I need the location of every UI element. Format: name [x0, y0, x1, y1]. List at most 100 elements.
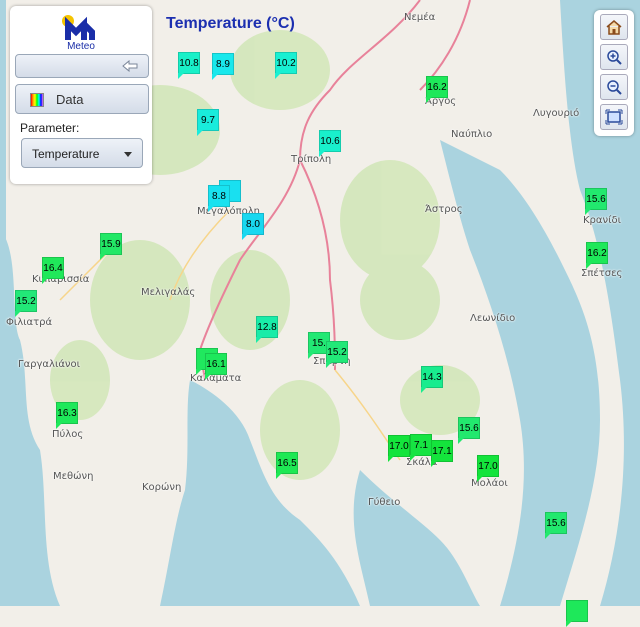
station-value: 17.0 [478, 460, 498, 472]
station-marker[interactable]: 16.3 [56, 402, 78, 429]
home-button[interactable] [600, 14, 628, 40]
station-marker[interactable]: 10.2 [275, 52, 297, 79]
marker-pointer-icon [196, 369, 202, 375]
zoom-out-icon [607, 80, 622, 95]
marker-pointer-icon [477, 476, 483, 482]
marker-pointer-icon [426, 97, 432, 103]
control-panel: Meteo Data Parameter: Temperature [10, 6, 152, 184]
place-label: Ναύπλιο [451, 129, 493, 140]
station-marker[interactable]: 7.1 [410, 434, 432, 461]
station-value: 16.3 [57, 407, 77, 419]
parameter-label: Parameter: [20, 121, 80, 135]
marker-pointer-icon [319, 151, 325, 157]
marker-pointer-icon [586, 263, 592, 269]
parameter-select[interactable]: Temperature [21, 138, 143, 168]
place-label: Λυγουριό [533, 108, 580, 119]
station-marker[interactable]: 17.0 [477, 455, 499, 482]
collapse-button[interactable] [15, 54, 149, 78]
station-marker[interactable]: 8.0 [242, 213, 264, 240]
station-marker[interactable]: 16.4 [42, 257, 64, 284]
place-label: Σπέτσες [581, 268, 623, 279]
station-marker[interactable]: 16.1 [205, 353, 227, 380]
station-marker[interactable]: 8.9 [212, 53, 234, 80]
chevron-down-icon [124, 152, 132, 157]
station-marker[interactable]: 15.2 [15, 290, 37, 317]
marker-pointer-icon [178, 73, 184, 79]
station-value: 15.6 [459, 422, 479, 434]
place-label: Πύλος [52, 429, 84, 440]
station-value: 7.1 [414, 439, 428, 451]
station-value: 8.0 [246, 218, 260, 230]
station-marker[interactable]: 16.5 [276, 452, 298, 479]
station-value: 15.6 [546, 517, 566, 529]
place-label: Λεωνίδιο [470, 313, 516, 324]
station-value: 16.2 [587, 247, 607, 259]
place-label: Νεμέα [404, 12, 436, 23]
station-marker[interactable] [566, 600, 588, 627]
station-marker[interactable]: 15.6 [458, 417, 480, 444]
place-label: Μελιγαλάς [141, 287, 196, 298]
station-marker[interactable]: 12.8 [256, 316, 278, 343]
station-marker[interactable]: 16.2 [426, 76, 448, 103]
marker-pointer-icon [56, 423, 62, 429]
place-label: Κορώνη [142, 482, 182, 493]
marker-pointer-icon [545, 533, 551, 539]
station-marker[interactable]: 14.3 [421, 366, 443, 393]
data-button[interactable]: Data [15, 84, 149, 114]
station-value: 10.2 [276, 57, 296, 69]
station-marker[interactable]: 10.8 [178, 52, 200, 79]
marker-pointer-icon [256, 337, 262, 343]
station-marker[interactable]: 8.8 [208, 185, 230, 212]
station-value: 14.3 [422, 371, 442, 383]
marker-pointer-icon [421, 387, 427, 393]
station-value: 17.1 [432, 445, 452, 457]
meteo-logo-icon [62, 15, 95, 40]
map-title: Temperature (°C) [166, 15, 295, 32]
marker-pointer-icon [42, 278, 48, 284]
color-scale-icon [30, 93, 44, 107]
station-value: 17.0 [389, 440, 409, 452]
station-value: 16.1 [206, 358, 226, 370]
station-marker[interactable]: 15.2 [326, 341, 348, 368]
station-value: 15.2 [327, 346, 347, 358]
parameter-select-value: Temperature [32, 147, 100, 161]
place-label: Άστρος [425, 204, 463, 215]
station-marker[interactable]: 9.7 [197, 109, 219, 136]
station-value: 15.6 [586, 193, 606, 205]
marker-pointer-icon [431, 461, 437, 467]
map-toolbar [594, 10, 634, 136]
marker-pointer-icon [308, 353, 314, 359]
station-value: 9.7 [201, 114, 215, 126]
station-value: 10.6 [320, 135, 340, 147]
marker-pointer-icon [212, 74, 218, 80]
marker-pointer-icon [276, 473, 282, 479]
station-value: 12.8 [257, 321, 277, 333]
marker-pointer-icon [388, 456, 394, 462]
station-value: 8.8 [212, 190, 226, 202]
station-marker[interactable]: 17.1 [431, 440, 453, 467]
place-label: Φιλιατρά [6, 317, 53, 328]
station-value: 15.2 [16, 295, 36, 307]
station-marker[interactable]: 17.0 [388, 435, 410, 462]
marker-pointer-icon [208, 206, 214, 212]
station-marker[interactable]: 15.6 [585, 188, 607, 215]
marker-pointer-icon [326, 362, 332, 368]
meteo-logo: Meteo [60, 12, 102, 54]
extent-button[interactable] [600, 104, 628, 130]
marker-pointer-icon [197, 130, 203, 136]
marker-pointer-icon [275, 73, 281, 79]
zoom-in-icon [607, 50, 622, 65]
station-value: 16.5 [277, 457, 297, 469]
station-value: 16.4 [43, 262, 63, 274]
data-button-label: Data [56, 91, 84, 107]
zoom-in-button[interactable] [600, 44, 628, 70]
zoom-out-button[interactable] [600, 74, 628, 100]
marker-pointer-icon [566, 621, 572, 627]
station-value: 16.2 [427, 81, 447, 93]
marker-pointer-icon [410, 455, 416, 461]
place-label: Γύθειο [368, 497, 401, 508]
station-marker[interactable]: 15.6 [545, 512, 567, 539]
station-marker[interactable]: 15.9 [100, 233, 122, 260]
station-marker[interactable]: 10.6 [319, 130, 341, 157]
station-marker[interactable]: 16.2 [586, 242, 608, 269]
